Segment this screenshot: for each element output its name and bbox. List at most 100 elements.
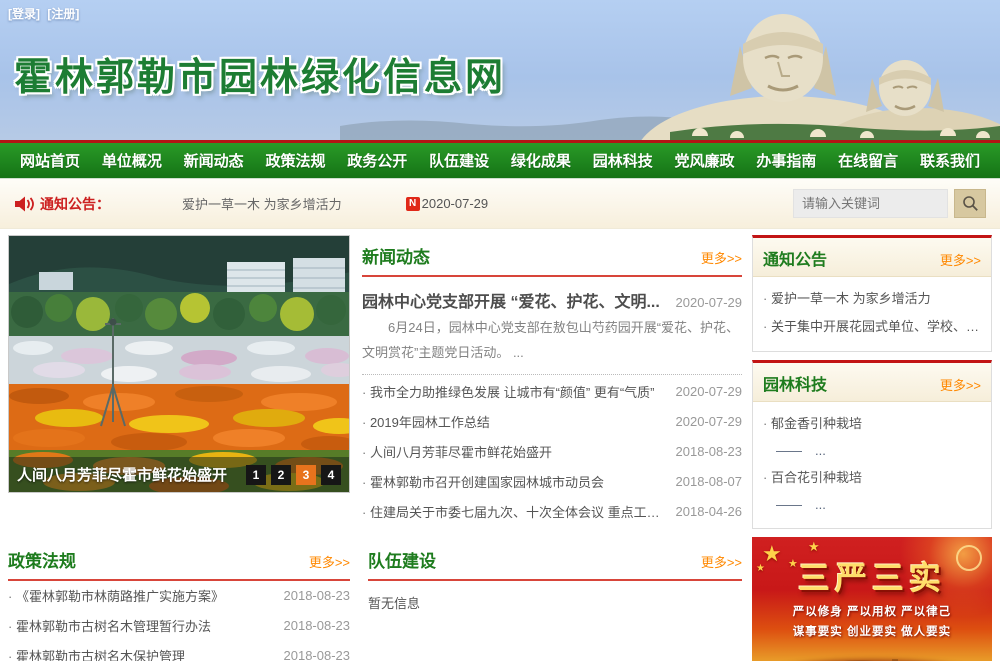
garden-tech-box-head: 园林科技 更多>>: [753, 363, 991, 402]
sanyan-line2: 谋事要实 创业要实 做人要实: [752, 623, 992, 639]
policy-more-link[interactable]: 更多>>: [309, 552, 350, 571]
login-register-bar: [登录] [注册]: [8, 5, 83, 22]
news-item-title[interactable]: 住建局关于市委七届九次、十次全体会议 重点工作任...: [362, 502, 668, 521]
search-icon: [962, 195, 979, 212]
notice-item[interactable]: 爱护一草一木 为家乡增活力: [763, 285, 981, 313]
tech-item[interactable]: 郁金香引种栽培: [763, 410, 981, 438]
tech-item-sub: —— ...: [763, 438, 981, 464]
carousel-caption-bar: 人间八月芳菲尽霍市鲜花始盛开 1 2 3 4: [9, 457, 349, 492]
nav-message-board[interactable]: 在线留言: [832, 150, 904, 171]
pager-4[interactable]: 4: [321, 465, 341, 485]
news-more-link[interactable]: 更多>>: [701, 248, 742, 267]
news-item[interactable]: 人间八月芳菲尽霍市鲜花始盛开 2018-08-23: [362, 437, 742, 467]
team-empty-text: 暂无信息: [368, 581, 742, 612]
right-sidebar: 通知公告 更多>> 爱护一草一木 为家乡增活力 关于集中开展花园式单位、学校、工…: [752, 235, 992, 661]
policy-item-title[interactable]: 霍林郭勒市古树名木保护管理: [8, 646, 276, 661]
nav-party-integrity[interactable]: 党风廉政: [669, 150, 741, 171]
policy-item[interactable]: 霍林郭勒市古树名木管理暂行办法 2018-08-23: [8, 611, 350, 641]
notices-box: 通知公告 更多>> 爱护一草一木 为家乡增活力 关于集中开展花园式单位、学校、工…: [752, 235, 992, 352]
login-link[interactable]: [登录]: [8, 7, 40, 21]
news-item-date: 2018-08-23: [676, 444, 743, 459]
news-item-title[interactable]: 人间八月芳菲尽霍市鲜花始盛开: [362, 442, 668, 461]
page-header: [登录] [注册] 霍林郭勒市园林绿化信息网: [0, 0, 1000, 140]
policy-section: 政策法规 更多>> 《霍林郭勒市林荫路推广实施方案》 2018-08-23 霍林…: [8, 539, 350, 661]
policy-item[interactable]: 霍林郭勒市古树名木保护管理 2018-08-23: [8, 641, 350, 661]
news-featured-title[interactable]: 园林中心党支部开展 “爱花、护花、文明...: [362, 288, 668, 312]
register-link[interactable]: [注册]: [47, 7, 79, 21]
notice-item[interactable]: 关于集中开展花园式单位、学校、工厂...: [763, 313, 981, 341]
sanyan-title: 三严三实: [752, 553, 992, 599]
site-title: 霍林郭勒市园林绿化信息网: [14, 46, 506, 101]
carousel-caption[interactable]: 人间八月芳菲尽霍市鲜花始盛开: [17, 464, 246, 485]
nav-service-guide[interactable]: 办事指南: [750, 150, 822, 171]
pager-1[interactable]: 1: [246, 465, 266, 485]
news-section-head: 新闻动态 更多>>: [362, 235, 742, 277]
news-featured-date: 2020-07-29: [676, 295, 743, 310]
speaker-icon: [14, 195, 34, 213]
flower-field-photo: [9, 236, 350, 493]
policy-section-title: 政策法规: [8, 547, 76, 572]
notice-ticker-bar: 通知公告： 爱护一草一木 为家乡增活力 N 2020-07-29: [0, 179, 1000, 229]
news-item-date: 2020-07-29: [676, 414, 743, 429]
news-item-title[interactable]: 霍林郭勒市召开创建国家园林城市动员会: [362, 472, 668, 491]
pager-3-active[interactable]: 3: [296, 465, 316, 485]
search-bar: [793, 189, 986, 218]
photo-carousel[interactable]: 人间八月芳菲尽霍市鲜花始盛开 1 2 3 4: [8, 235, 350, 493]
content-area: 人间八月芳菲尽霍市鲜花始盛开 1 2 3 4 新闻动态 更多>> 园林中心党支部…: [0, 229, 1000, 661]
notice-label: 通知公告：: [40, 194, 110, 214]
sanyan-sanshi-banner[interactable]: ★ ★ ★ ★ 三严三实 严以修身 严以用权 严以律己 谋事要实 创业要实 做人…: [752, 537, 992, 661]
notices-box-head: 通知公告 更多>>: [753, 238, 991, 277]
policy-item-date: 2018-08-23: [284, 618, 351, 633]
team-section-title: 队伍建设: [368, 547, 436, 572]
news-item[interactable]: 我市全力助推绿色发展 让城市有“颜值” 更有“气质” 2020-07-29: [362, 377, 742, 407]
news-item[interactable]: 2019年园林工作总结 2020-07-29: [362, 407, 742, 437]
dotted-divider: [362, 374, 742, 375]
carousel-pager: 1 2 3 4: [246, 465, 341, 485]
policy-item-title[interactable]: 霍林郭勒市古树名木管理暂行办法: [8, 616, 276, 635]
policy-item-date: 2018-08-23: [284, 648, 351, 661]
nav-about[interactable]: 单位概况: [96, 150, 168, 171]
nav-team[interactable]: 队伍建设: [423, 150, 495, 171]
news-item[interactable]: 霍林郭勒市召开创建国家园林城市动员会 2018-08-07: [362, 467, 742, 497]
nav-garden-tech[interactable]: 园林科技: [587, 150, 659, 171]
team-more-link[interactable]: 更多>>: [701, 552, 742, 571]
nav-policy[interactable]: 政策法规: [259, 150, 331, 171]
garden-tech-box: 园林科技 更多>> 郁金香引种栽培 —— ... 百合花引种栽培 —— ...: [752, 360, 992, 529]
news-item[interactable]: 住建局关于市委七届九次、十次全体会议 重点工作任... 2018-04-26: [362, 497, 742, 527]
news-item-date: 2018-08-07: [676, 474, 743, 489]
tech-item[interactable]: 百合花引种栽培: [763, 464, 981, 492]
news-item-date: 2018-04-26: [676, 504, 743, 519]
search-button[interactable]: [954, 189, 986, 218]
news-section: 新闻动态 更多>> 园林中心党支部开展 “爱花、护花、文明... 2020-07…: [362, 235, 742, 527]
notices-more-link[interactable]: 更多>>: [940, 250, 981, 269]
news-item-date: 2020-07-29: [676, 384, 743, 399]
news-featured-summary[interactable]: 6月24日，园林中心党支部在敖包山芍药园开展“爱花、护花、文明赏花”主题党日活动…: [362, 315, 742, 366]
left-column: 人间八月芳菲尽霍市鲜花始盛开 1 2 3 4 新闻动态 更多>> 园林中心党支部…: [8, 235, 742, 661]
pager-2[interactable]: 2: [271, 465, 291, 485]
notice-ticker-date: 2020-07-29: [422, 196, 489, 211]
team-section-head: 队伍建设 更多>>: [368, 539, 742, 581]
notice-ticker-link[interactable]: 爱护一草一木 为家乡增活力: [182, 194, 342, 213]
tech-item-sub: —— ...: [763, 492, 981, 518]
top-row: 人间八月芳菲尽霍市鲜花始盛开 1 2 3 4 新闻动态 更多>> 园林中心党支部…: [8, 235, 742, 527]
nav-gov-affairs[interactable]: 政务公开: [341, 150, 413, 171]
garden-tech-more-link[interactable]: 更多>>: [940, 375, 981, 394]
new-badge-icon: N: [406, 197, 420, 211]
garden-tech-box-body: 郁金香引种栽培 —— ... 百合花引种栽培 —— ...: [753, 402, 991, 528]
news-item-title[interactable]: 我市全力助推绿色发展 让城市有“颜值” 更有“气质”: [362, 382, 668, 401]
policy-item[interactable]: 《霍林郭勒市林荫路推广实施方案》 2018-08-23: [8, 581, 350, 611]
nav-news[interactable]: 新闻动态: [178, 150, 250, 171]
nav-contact[interactable]: 联系我们: [914, 150, 986, 171]
news-section-title: 新闻动态: [362, 243, 430, 268]
search-input[interactable]: [793, 189, 948, 218]
great-wall-decoration: [752, 651, 992, 661]
nav-greening-results[interactable]: 绿化成果: [505, 150, 577, 171]
news-featured-row[interactable]: 园林中心党支部开展 “爱花、护花、文明... 2020-07-29: [362, 288, 742, 312]
nav-home[interactable]: 网站首页: [14, 150, 86, 171]
policy-item-title[interactable]: 《霍林郭勒市林荫路推广实施方案》: [8, 586, 276, 605]
team-section: 队伍建设 更多>> 暂无信息: [368, 539, 742, 661]
policy-item-date: 2018-08-23: [284, 588, 351, 603]
news-item-title[interactable]: 2019年园林工作总结: [362, 412, 668, 431]
notices-box-title: 通知公告: [763, 246, 827, 270]
notices-box-body: 爱护一草一木 为家乡增活力 关于集中开展花园式单位、学校、工厂...: [753, 277, 991, 351]
